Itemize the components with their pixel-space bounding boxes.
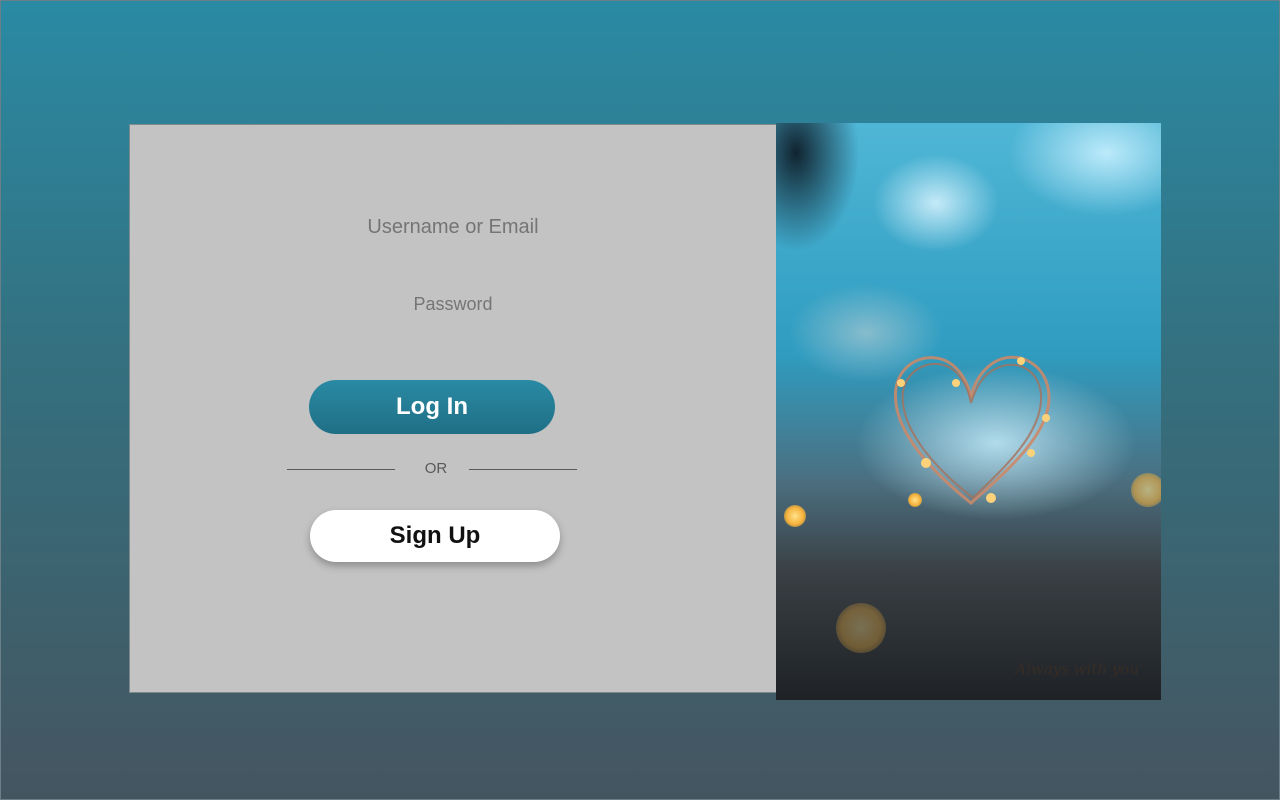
divider-line-right	[469, 469, 577, 470]
divider-or-text: OR	[424, 460, 448, 477]
login-button[interactable]: Log In	[309, 380, 555, 434]
hero-photo: Always with you	[776, 123, 1161, 700]
bokeh-light	[1131, 473, 1161, 507]
heart-icon	[893, 355, 1051, 505]
login-panel: Log In OR Sign Up	[129, 124, 777, 693]
bokeh-light	[784, 505, 806, 527]
username-input[interactable]	[130, 213, 776, 241]
divider-line-left	[287, 469, 395, 470]
bokeh-light	[836, 603, 886, 653]
signup-button[interactable]: Sign Up	[310, 510, 560, 562]
photo-caption: Always with you	[1015, 660, 1139, 678]
bokeh-light	[908, 493, 922, 507]
password-input[interactable]	[130, 291, 776, 317]
